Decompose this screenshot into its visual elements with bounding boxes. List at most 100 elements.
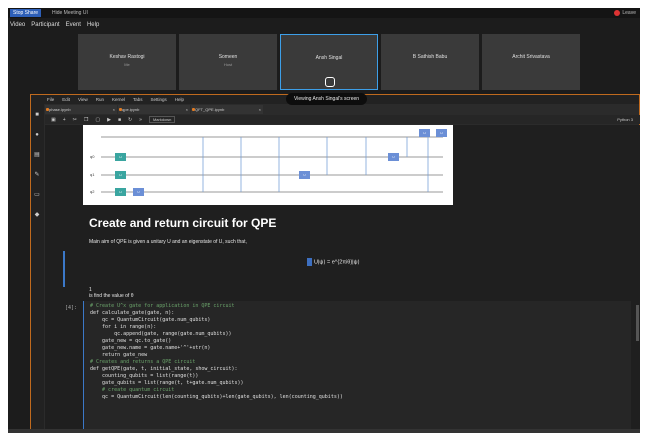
status-bar [8, 429, 640, 433]
code-line: counting_qubits = list(range(t)) [90, 373, 199, 379]
wrench-icon[interactable]: ✎ [34, 172, 40, 178]
participant-name: Someen [218, 54, 238, 60]
zoom-menu: Video Participant Event Help [8, 20, 99, 30]
code-line: def getQPE(gate, t, initial_state, show_… [90, 366, 238, 372]
participant-name: Archit Srivastava [512, 54, 550, 60]
close-icon[interactable]: × [113, 105, 115, 114]
code-line: # Create U^x gate for application in QPE… [90, 303, 235, 309]
code-line: qc = QuantumCircuit(gate.num_qubits) [90, 317, 211, 323]
notebook-toolbar: ▣ + ✂ ❐ ▢ ▶ ■ ↻ » Markdown Python 3 [45, 115, 640, 124]
close-icon[interactable]: × [259, 105, 261, 114]
section-heading: Create and return circuit for QPE [89, 216, 277, 230]
shared-screen: Viewing Ansh Singal's screen File Edit V… [30, 93, 640, 433]
viewing-label[interactable]: Viewing Ansh Singal's screen [286, 93, 368, 105]
commands-icon[interactable]: ▤ [34, 152, 40, 158]
text-cursor [307, 258, 312, 266]
jmenu-tabs[interactable]: Tabs [133, 95, 143, 104]
menu-video[interactable]: Video [10, 20, 25, 30]
participant-name: Ansh Singal [315, 55, 343, 61]
circuit-gate: H [419, 129, 430, 137]
menu-event[interactable]: Event [66, 20, 81, 30]
tab-qpe[interactable]: qpe.ipynb × [118, 105, 190, 114]
kernel-status[interactable]: Python 3 [617, 115, 633, 124]
restart-icon[interactable]: ↻ [128, 117, 132, 123]
code-line: return gate_new [90, 352, 148, 358]
leave-control[interactable]: Leave [614, 9, 636, 17]
participant-tile[interactable]: Someen Host [179, 34, 277, 90]
notebook-icon [46, 108, 49, 111]
participant-tile-active[interactable]: Ansh Singal [280, 34, 378, 90]
notebook-content: q0 q1 q2 H H H U U U H H Create and retu… [45, 125, 640, 433]
jmenu-help[interactable]: Help [175, 95, 184, 104]
running-icon[interactable]: ● [34, 132, 40, 138]
participant-strip: Keshav Rastogi Me Someen Host Ansh Singa… [78, 34, 580, 90]
code-line: qc = QuantumCircuit(len(counting_qubits)… [90, 394, 343, 400]
cell-type-select[interactable]: Markdown [148, 116, 176, 123]
jmenu-edit[interactable]: Edit [62, 95, 70, 104]
jmenu-file[interactable]: File [47, 95, 54, 104]
notebook-tabs: phase.ipynb × qpe.ipynb × QFT_QPE.ipynb × [45, 105, 263, 114]
jmenu-view[interactable]: View [78, 95, 88, 104]
code-line: qc.append(gate, range(gate.num_qubits)) [90, 331, 232, 337]
mouse-cursor-icon [325, 77, 335, 87]
record-icon [614, 9, 621, 16]
participant-tile[interactable]: Archit Srivastava [482, 34, 580, 90]
jmenu-settings[interactable]: Settings [151, 95, 167, 104]
participant-name: B Sathish Babu [412, 54, 448, 60]
markdown-text: Main aim of QPE is given a unitary U and… [89, 239, 247, 245]
save-icon[interactable]: ▣ [51, 117, 56, 123]
close-icon[interactable]: × [186, 105, 188, 114]
cut-icon[interactable]: ✂ [73, 117, 77, 123]
notebook-icon [119, 108, 122, 111]
qubit-label: q2 [90, 189, 95, 194]
title-bar: Stop Share Hide Meeting UI Leave [8, 8, 640, 18]
scrollbar[interactable] [636, 305, 639, 341]
run-icon[interactable]: ▶ [107, 117, 111, 123]
code-line: def calculate_gate(gate, n): [90, 310, 175, 316]
folder-icon[interactable]: ■ [34, 112, 40, 118]
code-line: gate_new.name = gate.name+'^'+str(n) [90, 345, 211, 351]
circuit-gate: H [115, 188, 126, 196]
tabs-icon[interactable]: ▭ [34, 192, 40, 198]
markdown-text: 1 is find the value of θ [89, 287, 133, 299]
participant-name: Keshav Rastogi [109, 54, 145, 60]
code-cell[interactable]: # Create U^x gate for application in QPE… [83, 301, 631, 433]
tab-qft-qpe[interactable]: QFT_QPE.ipynb × [191, 105, 263, 114]
tab-phase[interactable]: phase.ipynb × [45, 105, 117, 114]
menu-help[interactable]: Help [87, 20, 99, 30]
code-line: # create quantum circuit [90, 387, 175, 393]
circuit-gate: H [115, 171, 126, 179]
active-cell-indicator [63, 251, 65, 287]
markdown-text-line: is find the value of θ [89, 293, 134, 299]
stop-share-badge[interactable]: Stop Share [10, 9, 42, 17]
circuit-gate: U [133, 188, 144, 196]
code-line: # Creates and returns a QPE circuit [90, 359, 196, 365]
circuit-gate: H [115, 153, 126, 161]
participant-role: Me [124, 62, 130, 67]
menu-participant[interactable]: Participant [31, 20, 59, 30]
paste-icon[interactable]: ▢ [95, 117, 100, 123]
qubit-label: q1 [90, 172, 95, 177]
code-line: for i in range(n): [90, 324, 157, 330]
left-sidebar: ■ ● ▤ ✎ ▭ ◆ [31, 104, 44, 433]
jmenu-kernel[interactable]: Kernel [112, 95, 125, 104]
extension-icon[interactable]: ◆ [34, 212, 40, 218]
circuit-gate: U [299, 171, 310, 179]
copy-icon[interactable]: ❐ [84, 117, 88, 123]
fast-forward-icon[interactable]: » [139, 117, 142, 123]
circuit-gate: U [388, 153, 399, 161]
notebook-icon [192, 108, 195, 111]
participant-tile[interactable]: Keshav Rastogi Me [78, 34, 176, 90]
code-line: gate_new = qc.to_gate() [90, 338, 172, 344]
code-line: gate_qubits = list(range(t, t+gate.num_q… [90, 380, 244, 386]
circuit-diagram: q0 q1 q2 H H H U U U H H [83, 125, 453, 205]
stop-icon[interactable]: ■ [118, 117, 121, 123]
participant-tile[interactable]: B Sathish Babu [381, 34, 479, 90]
circuit-gate: H [436, 129, 447, 137]
participant-role: Host [223, 62, 233, 67]
qubit-label: q0 [90, 154, 95, 159]
plus-icon[interactable]: + [63, 117, 66, 123]
equation: U|ψ⟩ = e^{2πiθ}|ψ⟩ [307, 258, 360, 266]
zoom-window: Stop Share Hide Meeting UI Leave Video P… [8, 8, 640, 433]
jmenu-run[interactable]: Run [96, 95, 104, 104]
